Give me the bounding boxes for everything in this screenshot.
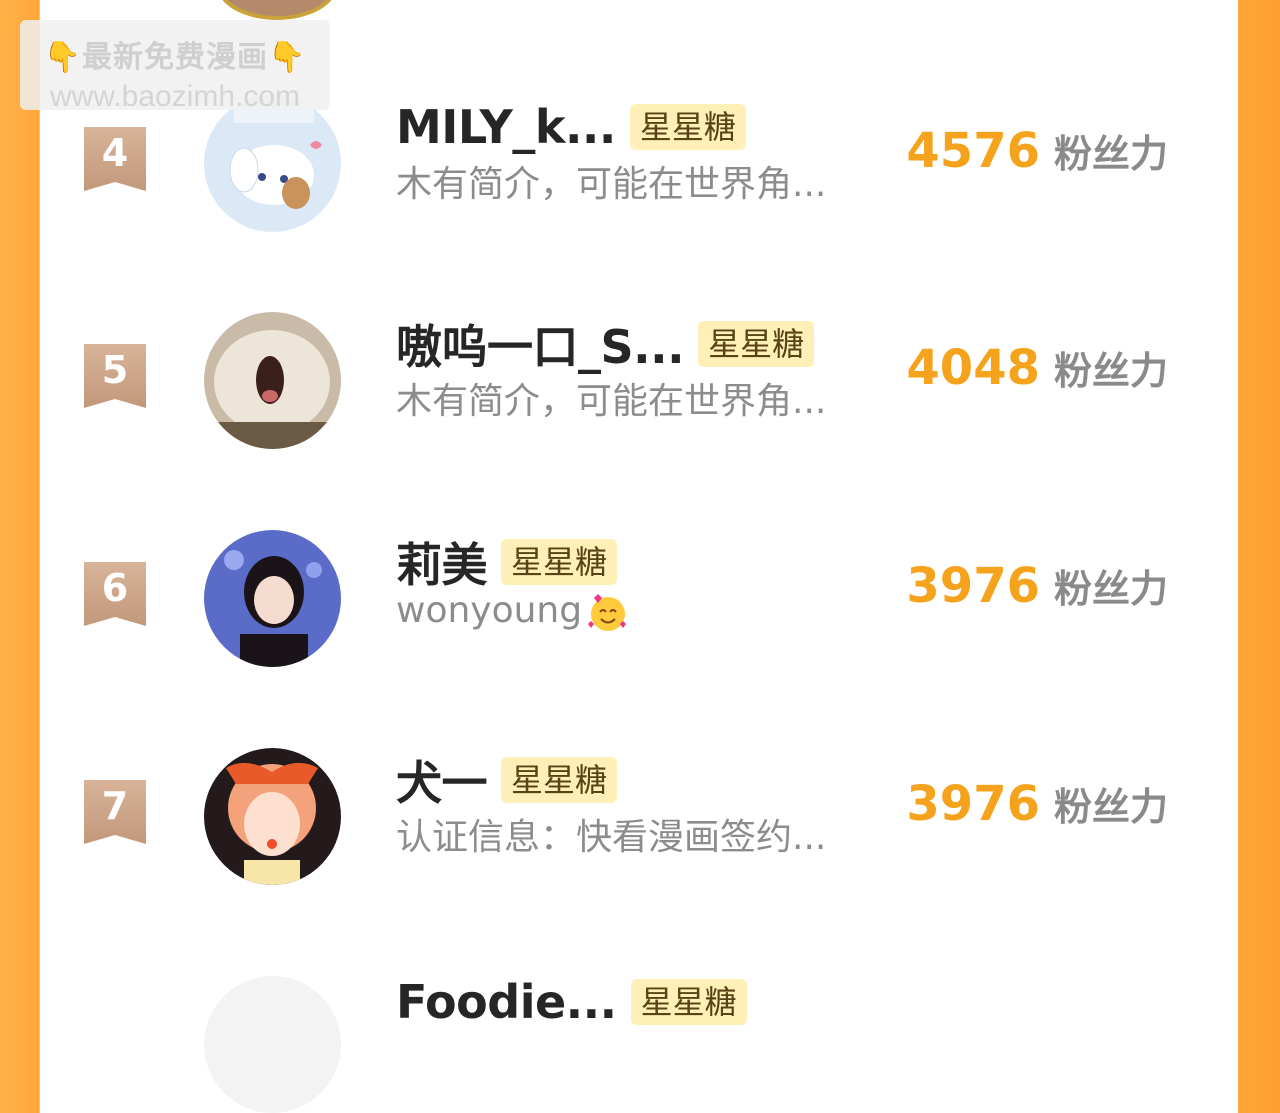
fan-power: 3976 粉丝力 — [906, 776, 1168, 832]
username[interactable]: Foodie... — [396, 975, 617, 1029]
level-tag: 星星糖 — [629, 104, 746, 150]
user-bio: 认证信息：快看漫画签约... — [396, 817, 827, 858]
level-tag: 星星糖 — [698, 321, 815, 367]
ranking-row[interactable]: 6 莉美 星星糖 wonyoung 3976 粉丝力 — [0, 530, 1280, 670]
name-line: 莉美 星星糖 — [396, 534, 618, 592]
ranking-row[interactable]: 5 嗷呜一口_S... 星星糖 木有简介，可能在世界角... 4048 粉丝力 — [0, 312, 1280, 452]
watermark-title: 👇最新免费漫画👇 — [43, 41, 307, 74]
fan-power-unit: 粉丝力 — [1053, 567, 1168, 611]
user-bio: wonyoung — [396, 590, 630, 634]
name-line: MILY_k... 星星糖 — [396, 99, 746, 155]
fan-power-unit: 粉丝力 — [1053, 349, 1168, 393]
fan-power-unit: 粉丝力 — [1053, 132, 1168, 176]
rank-badge: 4 — [84, 127, 146, 191]
fan-power-value: 3976 — [906, 558, 1040, 614]
username[interactable]: 莉美 — [396, 529, 488, 595]
rank-badge: 6 — [84, 562, 146, 626]
fan-power-unit: 粉丝力 — [1053, 785, 1168, 829]
user-bio: 木有简介，可能在世界角... — [396, 164, 827, 205]
level-tag: 星星糖 — [501, 757, 618, 803]
ranking-row[interactable]: 4 MILY_k... 星星糖 木有简介，可能在世界角... 4576 粉丝力 — [0, 95, 1280, 235]
username[interactable]: 嗷呜一口_S... — [396, 311, 685, 377]
name-line: 嗷呜一口_S... 星星糖 — [396, 316, 815, 374]
name-line: Foodie... 星星糖 — [396, 974, 747, 1030]
user-bio: 木有简介，可能在世界角... — [396, 381, 827, 422]
smiling-face-with-hearts-icon — [588, 594, 627, 631]
level-tag: 星星糖 — [501, 539, 618, 585]
username[interactable]: 犬一 — [396, 747, 488, 813]
username[interactable]: MILY_k... — [396, 100, 616, 154]
avatar[interactable] — [204, 748, 341, 885]
ranking-row[interactable]: 7 犬一 星星糖 认证信息：快看漫画签约... 3976 粉丝力 — [0, 748, 1280, 888]
ranking-row-partial[interactable]: Foodie... 星星糖 — [0, 966, 1280, 1113]
fan-power: 4576 粉丝力 — [906, 123, 1168, 179]
rank-badge: 7 — [84, 780, 146, 844]
fan-power-value: 4048 — [906, 340, 1040, 396]
name-line: 犬一 星星糖 — [396, 752, 618, 810]
level-tag: 星星糖 — [630, 979, 747, 1025]
fan-power-value: 4576 — [906, 123, 1040, 179]
rank-badge: 5 — [84, 344, 146, 408]
watermark-url: www.baozimh.com — [49, 80, 301, 113]
fan-power-value: 3976 — [906, 776, 1040, 832]
avatar[interactable] — [204, 312, 341, 449]
avatar[interactable] — [204, 976, 341, 1113]
fan-power: 3976 粉丝力 — [906, 558, 1168, 614]
fan-power: 4048 粉丝力 — [906, 340, 1168, 396]
user-bio-text: wonyoung — [396, 590, 583, 631]
avatar[interactable] — [204, 95, 341, 232]
watermark: 👇最新免费漫画👇 www.baozimh.com — [20, 20, 330, 113]
avatar[interactable] — [204, 530, 341, 667]
